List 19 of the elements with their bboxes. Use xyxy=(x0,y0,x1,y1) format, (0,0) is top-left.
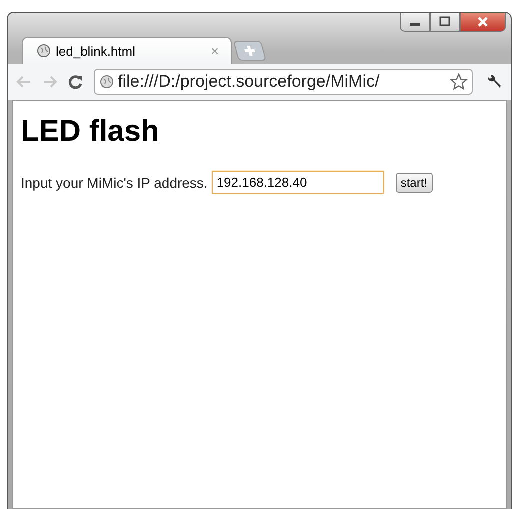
close-icon xyxy=(476,16,490,28)
tab-title: led_blink.html xyxy=(56,44,136,58)
minimize-button[interactable] xyxy=(400,13,430,32)
url-text: file:///D:/project.sourceforge/MiMic/ xyxy=(118,72,381,92)
star-icon[interactable] xyxy=(450,73,468,91)
globe-icon xyxy=(100,75,114,89)
ip-label: Input your MiMic's IP address. xyxy=(21,174,208,190)
start-button[interactable]: start! xyxy=(396,172,432,192)
browser-tab[interactable]: led_blink.html × xyxy=(22,37,232,64)
close-button[interactable] xyxy=(460,13,506,32)
maximize-icon xyxy=(438,16,452,28)
address-bar[interactable]: file:///D:/project.sourceforge/MiMic/ xyxy=(94,69,473,95)
maximize-button[interactable] xyxy=(430,13,460,32)
new-tab-button[interactable] xyxy=(233,41,267,61)
ip-input-field[interactable]: 192.168.128.40 xyxy=(212,171,384,194)
globe-icon xyxy=(37,44,51,58)
plus-icon xyxy=(242,45,258,57)
reload-icon[interactable] xyxy=(68,74,84,90)
page-heading: LED flash xyxy=(21,115,160,149)
